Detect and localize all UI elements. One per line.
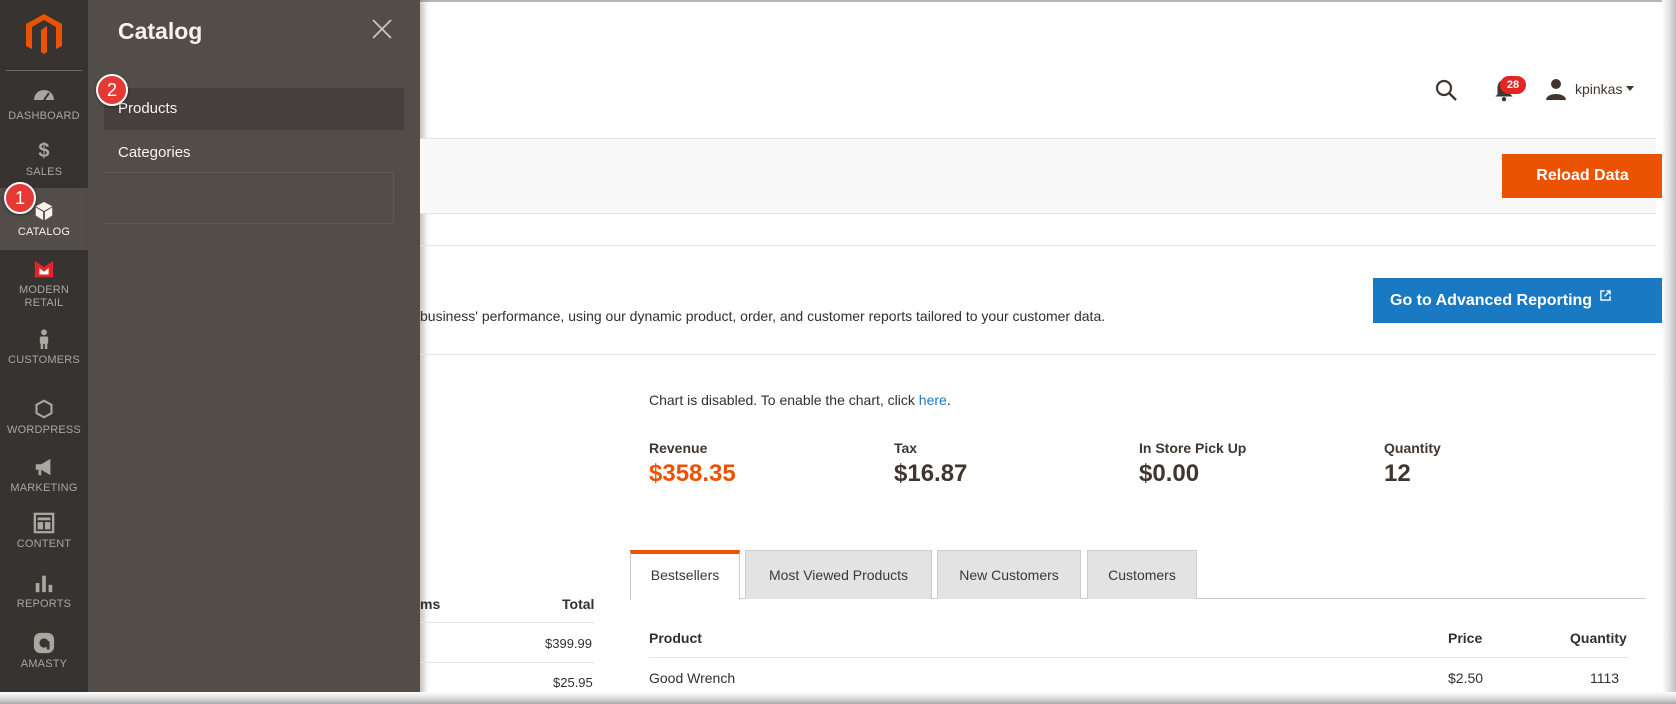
torn-edge-bottom (0, 692, 1676, 704)
total-tax: Tax $16.87 (894, 440, 967, 488)
total-label: Tax (894, 440, 918, 456)
chevron-down-icon[interactable] (1626, 86, 1634, 91)
column-header-product[interactable]: Product (649, 630, 702, 646)
column-header-price[interactable]: Price (1448, 630, 1482, 646)
table-divider (420, 622, 594, 623)
catalog-flyout-menu: Catalog Products Categories (88, 0, 420, 704)
logo-divider (6, 70, 82, 71)
total-value: $0.00 (1139, 460, 1200, 487)
sidebar-item-customers[interactable]: CUSTOMERS (0, 328, 88, 372)
admin-sidebar: DASHBOARD $ SALES CATALOG MODERN RETAIL … (0, 0, 88, 704)
table-header-total: Total (562, 596, 595, 612)
reload-data-button[interactable]: Reload Data (1502, 154, 1663, 198)
sidebar-item-modern-retail[interactable]: MODERN RETAIL (0, 258, 88, 309)
search-icon[interactable] (1434, 78, 1458, 102)
table-divider (649, 657, 1629, 658)
enable-chart-link[interactable]: here (919, 392, 947, 408)
chart-disabled-period: . (946, 392, 951, 408)
sidebar-item-label: WORDPRESS (7, 424, 81, 436)
sidebar-item-label: MODERN (18, 284, 70, 296)
sidebar-item-content[interactable]: CONTENT (0, 512, 88, 552)
divider (420, 354, 1656, 355)
table-cell-quantity: 1113 (1590, 670, 1620, 686)
advanced-reporting-label: Go to Advanced Reporting (1390, 292, 1593, 309)
column-header-quantity[interactable]: Quantity (1570, 630, 1627, 646)
sidebar-item-reports[interactable]: REPORTS (0, 572, 88, 610)
sidebar-item-wordpress[interactable]: WORDPRESS (0, 398, 88, 436)
sidebar-item-label: SALES (25, 166, 63, 178)
notification-count-badge[interactable]: 28 (1500, 76, 1526, 94)
bar-chart-icon (35, 575, 53, 593)
sidebar-item-label: CUSTOMERS (8, 354, 80, 366)
flyout-title: Catalog (118, 18, 203, 44)
total-value: $16.87 (894, 460, 968, 487)
flyout-empty-group (104, 172, 394, 224)
sidebar-item-label: RETAIL (24, 297, 64, 309)
go-to-advanced-reporting-button[interactable]: Go to Advanced Reporting (1373, 278, 1663, 323)
table-divider (420, 662, 594, 663)
total-value: 12 (1384, 460, 1411, 487)
sidebar-item-marketing[interactable]: MARKETING (0, 456, 88, 494)
dollar-icon: $ (38, 140, 50, 162)
total-value: $358.35 (649, 460, 736, 487)
cube-icon (35, 201, 53, 221)
sidebar-item-label: CATALOG (17, 226, 71, 238)
sidebar-item-label: DASHBOARD (8, 110, 80, 122)
tab-customers[interactable]: Customers (1087, 550, 1197, 599)
person-icon (39, 329, 49, 349)
gauge-icon (34, 90, 54, 101)
divider (420, 245, 1656, 246)
sidebar-item-dashboard[interactable]: DASHBOARD (0, 84, 88, 122)
sidebar-item-label: REPORTS (16, 598, 72, 610)
torn-edge-right (1662, 0, 1676, 704)
total-revenue: Revenue $358.35 (649, 440, 736, 488)
total-in-store-pickup: In Store Pick Up $0.00 (1139, 440, 1246, 488)
sidebar-item-label: MARKETING (10, 482, 78, 494)
page-actions-bar (420, 138, 1656, 214)
table-cell-total: $25.95 (553, 675, 593, 690)
total-label: Quantity (1384, 440, 1441, 456)
account-username[interactable]: kpinkas (1575, 81, 1622, 97)
sidebar-item-sales[interactable]: $ SALES (0, 140, 88, 178)
step-marker-1: 1 (4, 182, 36, 214)
modern-retail-logo-icon (34, 260, 54, 278)
step-marker-2: 2 (96, 74, 128, 106)
tab-new-customers[interactable]: New Customers (937, 550, 1081, 599)
table-cell-total: $399.99 (545, 636, 592, 651)
tab-most-viewed-products[interactable]: Most Viewed Products (745, 550, 932, 599)
chart-disabled-message: Chart is disabled. To enable the chart, … (649, 392, 951, 408)
hexagon-icon (35, 399, 53, 419)
table-cell-price: $2.50 (1448, 670, 1484, 686)
external-link-icon (1599, 290, 1611, 301)
table-cell-product[interactable]: Good Wrench (649, 670, 735, 686)
total-quantity: Quantity 12 (1384, 440, 1441, 488)
sidebar-item-label: AMASTY (20, 658, 68, 670)
tab-bestsellers[interactable]: Bestsellers (630, 550, 740, 600)
layout-icon (33, 512, 55, 534)
flyout-item-products[interactable]: Products (104, 88, 404, 130)
table-header-items: ms (420, 596, 441, 612)
flyout-item-categories[interactable]: Categories (104, 132, 404, 174)
total-label: In Store Pick Up (1139, 440, 1247, 456)
close-icon[interactable] (371, 18, 393, 40)
chart-disabled-text: Chart is disabled. To enable the chart, … (649, 392, 919, 408)
user-icon[interactable] (1545, 78, 1567, 100)
megaphone-icon (35, 458, 51, 476)
magento-logo-icon[interactable] (24, 12, 64, 56)
amasty-logo-icon (33, 632, 55, 654)
total-label: Revenue (649, 440, 708, 456)
sidebar-item-amasty[interactable]: AMASTY (0, 632, 88, 682)
advanced-reporting-description: business' performance, using our dynamic… (420, 308, 1106, 324)
sidebar-item-label: CONTENT (16, 538, 72, 550)
